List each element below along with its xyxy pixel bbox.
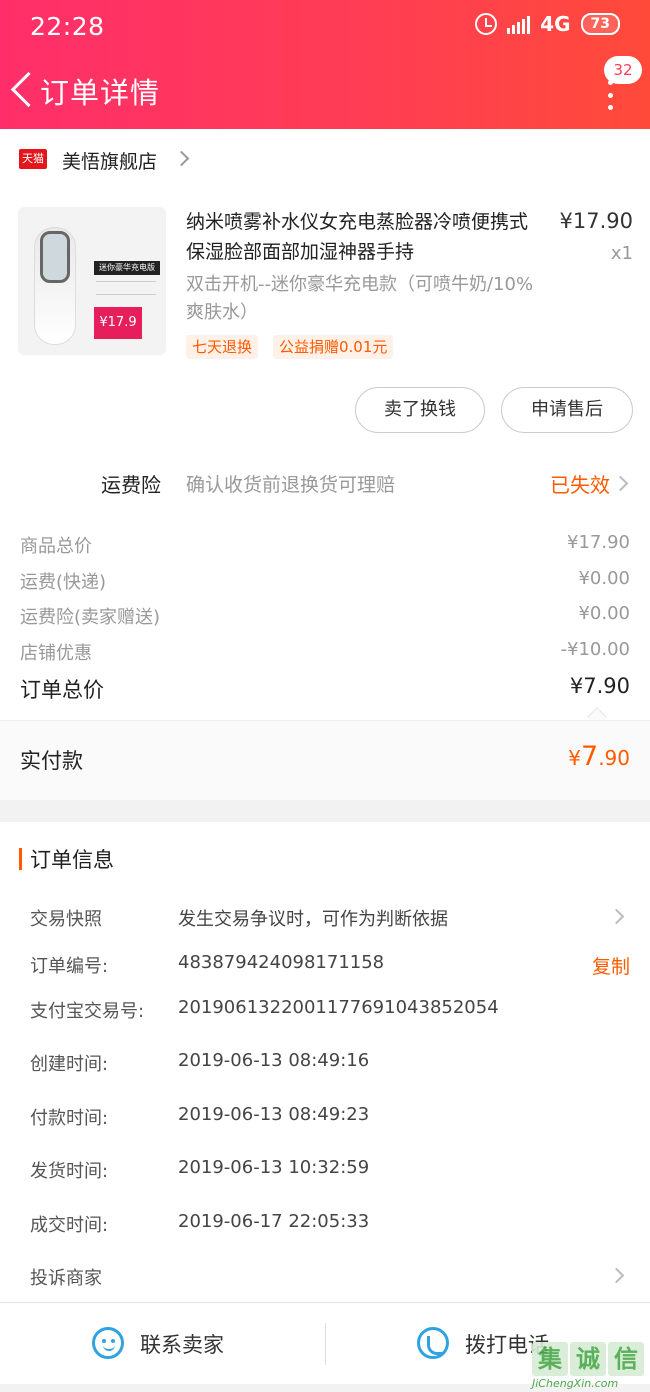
created-time-label: 创建时间: [30, 1054, 109, 1075]
price-line: 运费险(卖家赠送) ¥0.00 [20, 603, 630, 629]
price-line-value: -¥10.00 [560, 639, 630, 660]
contact-seller-label: 联系卖家 [140, 1333, 224, 1357]
insurance-status: 已失效 [550, 473, 610, 497]
shipping-insurance-row[interactable]: 运费险 确认收货前退换货可理赔 已失效 [0, 456, 650, 510]
price-line: 店铺优惠 -¥10.00 [20, 639, 630, 665]
order-total: 订单总价 ¥7.90 [20, 674, 630, 704]
status-time: 22:28 [30, 12, 105, 41]
payment-time: 2019-06-13 08:49:23 [178, 1104, 370, 1125]
shop-row[interactable]: 天猫 美悟旗舰店 [0, 129, 650, 189]
created-time: 2019-06-13 08:49:16 [178, 1050, 370, 1071]
return-policy-chip: 七天退换 [186, 335, 259, 359]
shipping-time: 2019-06-13 10:32:59 [178, 1157, 370, 1178]
watermark-char: 信 [608, 1342, 644, 1376]
shipping-time-label: 发货时间: [30, 1161, 109, 1182]
header: 22:28 4G 73 订单详情 32 [0, 0, 650, 129]
chevron-right-icon [608, 1267, 625, 1284]
paid-currency: ¥ [568, 746, 581, 770]
chat-bubble-icon [92, 1327, 124, 1359]
network-type: 4G [540, 12, 571, 36]
price-line: 商品总价 ¥17.90 [20, 532, 630, 558]
insurance-label: 运费险 [101, 473, 161, 497]
alipay-label: 支付宝交易号: [30, 1001, 145, 1022]
order-number: 483879424098171158 [178, 952, 385, 973]
watermark-url: JiChengXin.com [532, 1377, 619, 1390]
chevron-right-icon [612, 475, 629, 492]
alarm-icon [475, 13, 498, 35]
charity-chip: 公益捐赠0.01元 [273, 335, 394, 359]
battery-icon: 73 [580, 13, 620, 35]
thumb-price: ¥17.9 [94, 307, 142, 339]
snapshot-label: 交易快照 [30, 909, 102, 930]
tmall-logo-icon: 天猫 [19, 149, 47, 169]
thumb-tag-lines [96, 281, 156, 295]
price-line: 运费(快递) ¥0.00 [20, 568, 630, 594]
price-line-value: ¥17.90 [567, 532, 630, 553]
payment-time-label: 付款时间: [30, 1108, 109, 1129]
completed-time-label: 成交时间: [30, 1215, 109, 1236]
more-menu-icon[interactable] [602, 80, 618, 110]
price-line-label: 运费(快递) [20, 572, 107, 593]
after-sales-button[interactable]: 申请售后 [501, 387, 633, 433]
section-accent-bar [19, 848, 22, 870]
product-thumbnail[interactable]: 迷你豪华充电版 ¥17.9 [18, 207, 166, 355]
order-info-section: 订单信息 交易快照 发生交易争议时，可作为判断依据 订单编号: 48387942… [0, 822, 650, 1302]
price-line-label: 运费险(卖家赠送) [20, 607, 161, 628]
order-item: 迷你豪华充电版 ¥17.9 纳米喷雾补水仪女充电蒸脸器冷喷便携式保湿脸部面部加湿… [0, 189, 650, 456]
order-total-label: 订单总价 [20, 678, 104, 702]
page-title: 订单详情 [40, 76, 161, 110]
product-price: ¥17.90 [559, 209, 633, 233]
watermark-char: 集 [532, 1342, 568, 1376]
order-number-label: 订单编号: [30, 956, 109, 977]
paid-label: 实付款 [20, 749, 83, 773]
price-line-value: ¥0.00 [578, 568, 630, 589]
chevron-right-icon [173, 150, 190, 167]
site-watermark: 集 诚 信 JiChengXin.com [532, 1342, 650, 1392]
chevron-right-icon [608, 908, 625, 925]
signal-icon [507, 14, 531, 34]
paid-integer: 7 [581, 741, 599, 772]
resell-button[interactable]: 卖了换钱 [355, 387, 485, 433]
status-icons: 4G 73 [475, 12, 620, 36]
order-total-value: ¥7.90 [569, 674, 630, 698]
price-line-label: 商品总价 [20, 536, 92, 557]
order-detail-page: 22:28 4G 73 订单详情 32 天猫 美悟旗舰店 迷你豪华充电版 ¥17… [0, 0, 650, 1392]
section-title: 订单信息 [30, 848, 114, 872]
copy-button[interactable]: 复制 [592, 952, 630, 979]
watermark-char: 诚 [570, 1342, 606, 1376]
product-title[interactable]: 纳米喷雾补水仪女充电蒸脸器冷喷便携式保湿脸部面部加湿神器手持 [186, 207, 536, 267]
alipay-number: 2019061322001177691043852054 [178, 997, 499, 1018]
paid-amount: ¥7.90 [568, 741, 630, 772]
back-icon[interactable] [10, 74, 36, 104]
snapshot-desc: 发生交易争议时，可作为判断依据 [178, 909, 448, 930]
price-breakdown: 商品总价 ¥17.90 运费(快递) ¥0.00 运费险(卖家赠送) ¥0.00… [0, 510, 650, 727]
paid-amount-row: 实付款 ¥7.90 [0, 720, 650, 800]
shop-name[interactable]: 美悟旗舰店 [62, 147, 157, 174]
thumb-tag: 迷你豪华充电版 [94, 261, 160, 275]
product-spec: 双击开机--迷你豪华充电款（可喷牛奶/10%爽肤水） [186, 274, 534, 323]
insurance-desc: 确认收货前退换货可理赔 [186, 474, 396, 496]
paid-decimal: .90 [598, 746, 630, 770]
price-line-value: ¥0.00 [578, 603, 630, 624]
thumb-device-screen [40, 231, 70, 283]
complain-seller-label: 投诉商家 [30, 1268, 102, 1289]
price-line-label: 店铺优惠 [20, 643, 92, 664]
completed-time: 2019-06-17 22:05:33 [178, 1211, 370, 1232]
phone-icon [417, 1327, 449, 1359]
product-quantity: x1 [610, 243, 633, 264]
contact-seller-button[interactable]: 联系卖家 [0, 1303, 325, 1385]
